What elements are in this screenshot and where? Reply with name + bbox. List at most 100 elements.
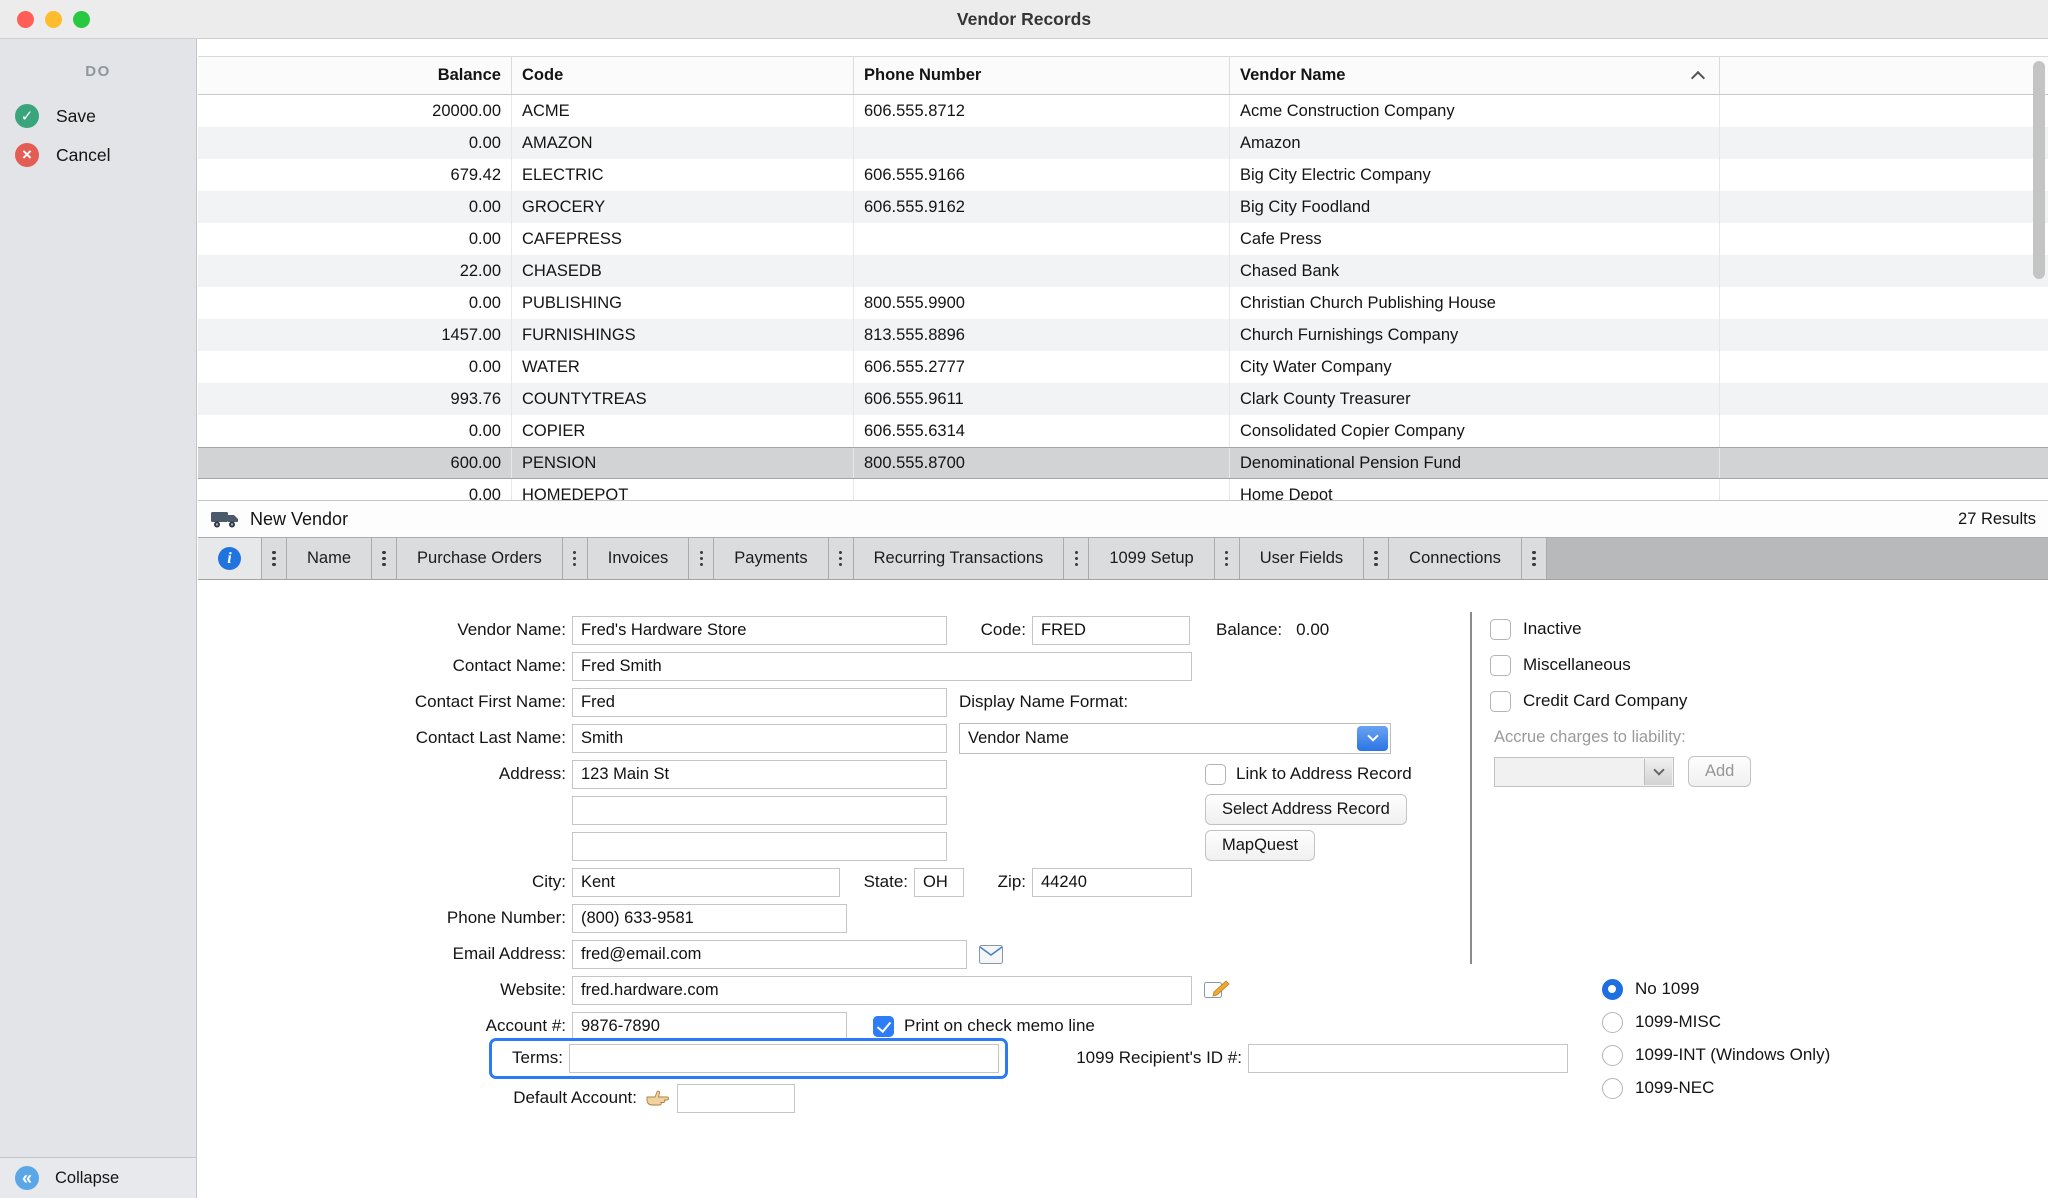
link-address-record-checkbox[interactable]: Link to Address Record <box>1205 756 1412 792</box>
column-header-code[interactable]: Code <box>512 57 854 94</box>
credit-card-company-checkbox[interactable]: Credit Card Company <box>1490 689 1687 713</box>
tab-menu-icon[interactable] <box>563 538 588 579</box>
vendor-row[interactable]: 679.42 ELECTRIC 606.555.9166 Big City El… <box>198 159 2048 191</box>
vendor-name-input[interactable] <box>572 616 947 645</box>
liability-account-dropdown[interactable] <box>1494 757 1674 787</box>
radio-unselected-icon[interactable] <box>1602 1012 1623 1033</box>
column-header-phone[interactable]: Phone Number <box>854 57 1230 94</box>
radio-unselected-icon[interactable] <box>1602 1078 1623 1099</box>
phone-number-input[interactable] <box>572 904 847 933</box>
email-address-input[interactable] <box>572 940 967 969</box>
radio-1099-misc[interactable]: 1099-MISC <box>1602 1010 1721 1034</box>
cell-vendor-name: Acme Construction Company <box>1230 95 1720 127</box>
miscellaneous-checkbox[interactable]: Miscellaneous <box>1490 653 1631 677</box>
inactive-checkbox[interactable]: Inactive <box>1490 617 1582 641</box>
cell-vendor-name: Chased Bank <box>1230 255 1720 287</box>
dropdown-button[interactable] <box>1357 726 1388 751</box>
vendor-row[interactable]: 993.76 COUNTYTREAS 606.555.9611 Clark Co… <box>198 383 2048 415</box>
city-input[interactable] <box>572 868 840 897</box>
default-account-input[interactable] <box>677 1084 795 1113</box>
radio-no-1099[interactable]: No 1099 <box>1602 977 1699 1001</box>
table-scrollbar-thumb[interactable] <box>2033 61 2045 279</box>
column-header-vendor-name[interactable]: Vendor Name <box>1230 57 1720 94</box>
tab-menu-icon[interactable] <box>372 538 397 579</box>
vendor-row[interactable]: 0.00 PUBLISHING 800.555.9900 Christian C… <box>198 287 2048 319</box>
tab-menu-icon[interactable] <box>689 538 714 579</box>
radio-unselected-icon[interactable] <box>1602 1045 1623 1066</box>
vendor-row[interactable]: 0.00 CAFEPRESS Cafe Press <box>198 223 2048 255</box>
checkbox-unchecked-icon[interactable] <box>1490 691 1511 712</box>
terms-input[interactable] <box>569 1044 999 1073</box>
close-window-button[interactable] <box>17 11 34 28</box>
contact-first-name-input[interactable] <box>572 688 947 717</box>
radio-selected-icon[interactable] <box>1602 979 1623 1000</box>
website-input[interactable] <box>572 976 1192 1005</box>
tab-1099-setup[interactable]: 1099 Setup <box>1089 538 1214 579</box>
dropdown-button[interactable] <box>1644 759 1672 785</box>
tab-recurring-transactions[interactable]: Recurring Transactions <box>854 538 1065 579</box>
mapquest-button[interactable]: MapQuest <box>1205 830 1315 861</box>
minimize-window-button[interactable] <box>45 11 62 28</box>
checkbox-unchecked-icon[interactable] <box>1490 655 1511 676</box>
vendor-row[interactable]: 0.00 GROCERY 606.555.9162 Big City Foodl… <box>198 191 2048 223</box>
zoom-window-button[interactable] <box>73 11 90 28</box>
tab-info[interactable]: i <box>198 538 262 579</box>
address-line3-input[interactable] <box>572 832 947 861</box>
cancel-button[interactable]: × Cancel <box>15 143 196 167</box>
open-website-icon[interactable] <box>1204 980 1230 1000</box>
state-input[interactable] <box>914 868 964 897</box>
save-label: Save <box>56 106 96 127</box>
email-icon[interactable] <box>979 945 1003 964</box>
tab-menu-icon[interactable] <box>1364 538 1389 579</box>
city-label: City: <box>198 872 566 892</box>
tab-menu-icon[interactable] <box>1215 538 1240 579</box>
vendor-row[interactable]: 1457.00 FURNISHINGS 813.555.8896 Church … <box>198 319 2048 351</box>
account-lookup-hand-icon[interactable] <box>645 1089 671 1107</box>
vendor-row[interactable]: 0.00 WATER 606.555.2777 City Water Compa… <box>198 351 2048 383</box>
tab-menu-icon[interactable] <box>829 538 854 579</box>
cell-phone: 606.555.2777 <box>854 351 1230 383</box>
column-header-balance[interactable]: Balance <box>198 57 512 94</box>
display-name-format-dropdown[interactable]: Vendor Name <box>959 723 1391 754</box>
tab-user-fields[interactable]: User Fields <box>1240 538 1364 579</box>
save-button[interactable]: ✓ Save <box>15 104 196 128</box>
tab-connections[interactable]: Connections <box>1389 538 1522 579</box>
radio-1099-int[interactable]: 1099-INT (Windows Only) <box>1602 1043 1830 1067</box>
tab-menu-icon[interactable] <box>1064 538 1089 579</box>
vendor-row[interactable]: 0.00 AMAZON Amazon <box>198 127 2048 159</box>
add-liability-button[interactable]: Add <box>1688 756 1751 787</box>
print-memo-checkbox[interactable]: Print on check memo line <box>873 1016 1095 1037</box>
vendor-row[interactable]: 22.00 CHASEDB Chased Bank <box>198 255 2048 287</box>
tab-name[interactable]: Name <box>287 538 372 579</box>
panel-divider <box>1470 612 1472 964</box>
vendor-row-selected[interactable]: 600.00 PENSION 800.555.8700 Denomination… <box>198 447 2048 479</box>
address-line1-input[interactable] <box>572 760 947 789</box>
contact-name-input[interactable] <box>572 652 1192 681</box>
checkbox-unchecked-icon[interactable] <box>1205 764 1226 785</box>
zip-input[interactable] <box>1032 868 1192 897</box>
tab-purchase-orders[interactable]: Purchase Orders <box>397 538 563 579</box>
radio-1099-nec[interactable]: 1099-NEC <box>1602 1076 1714 1100</box>
address-line2-input[interactable] <box>572 796 947 825</box>
checkbox-checked-icon[interactable] <box>873 1016 894 1037</box>
checkbox-unchecked-icon[interactable] <box>1490 619 1511 640</box>
collapse-button[interactable]: « Collapse <box>0 1157 196 1198</box>
code-input[interactable] <box>1032 616 1190 645</box>
sidebar: DO ✓ Save × Cancel « Collapse <box>0 39 197 1198</box>
cell-phone <box>854 255 1230 287</box>
collapse-chevrons-icon: « <box>15 1166 39 1190</box>
contact-last-name-input[interactable] <box>572 724 947 753</box>
vendor-row[interactable]: 0.00 HOMEDEPOT Home Depot <box>198 479 2048 500</box>
cell-code: COUNTYTREAS <box>512 383 854 415</box>
select-address-record-button[interactable]: Select Address Record <box>1205 794 1407 825</box>
recipient-id-input[interactable] <box>1248 1044 1568 1073</box>
display-name-format-label: Display Name Format: <box>959 692 1128 712</box>
tab-menu-icon[interactable] <box>1522 538 1547 579</box>
vendor-records-window: Vendor Records DO ✓ Save × Cancel « Coll… <box>0 0 2048 1198</box>
tab-invoices[interactable]: Invoices <box>588 538 690 579</box>
tab-menu-icon[interactable] <box>262 538 287 579</box>
vendor-row[interactable]: 0.00 COPIER 606.555.6314 Consolidated Co… <box>198 415 2048 447</box>
tab-payments[interactable]: Payments <box>714 538 828 579</box>
cell-phone: 813.555.8896 <box>854 319 1230 351</box>
vendor-row[interactable]: 20000.00 ACME 606.555.8712 Acme Construc… <box>198 95 2048 127</box>
